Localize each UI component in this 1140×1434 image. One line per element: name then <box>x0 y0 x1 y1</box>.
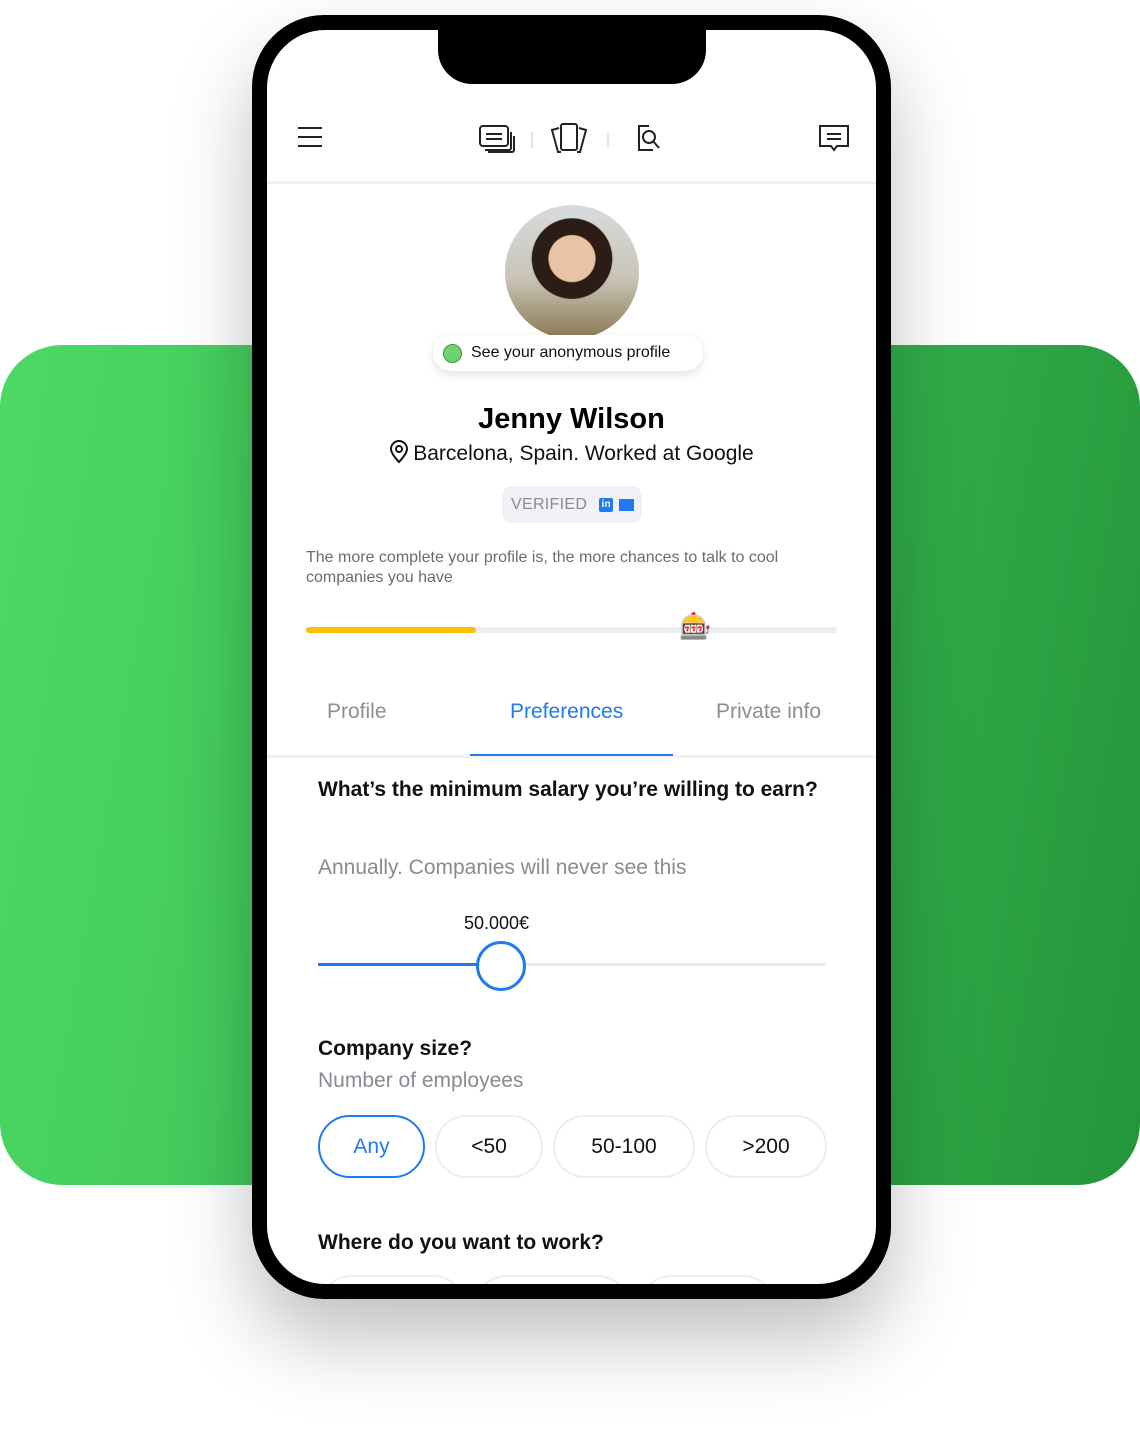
work-location-option[interactable] <box>320 1275 465 1284</box>
app-screen: See your anonymous profile Jenny Wilson … <box>267 30 876 1284</box>
salary-slider-fill <box>318 963 501 966</box>
company-size-option-over-200[interactable]: >200 <box>705 1115 827 1178</box>
company-size-subtitle: Number of employees <box>318 1069 524 1092</box>
search-document-icon[interactable] <box>636 124 662 154</box>
tab-private-info[interactable]: Private info <box>716 700 821 724</box>
phone-notch <box>438 30 706 84</box>
company-size-option-50-100[interactable]: 50-100 <box>553 1115 695 1178</box>
tab-preferences[interactable]: Preferences <box>510 700 623 724</box>
menu-icon[interactable] <box>297 126 323 148</box>
verified-badge: VERIFIED in <box>502 486 642 523</box>
salary-subtitle: Annually. Companies will never see this <box>318 856 687 879</box>
anonymous-profile-label: See your anonymous profile <box>471 344 671 361</box>
chat-icon[interactable] <box>818 124 850 154</box>
top-navigation <box>267 100 876 184</box>
email-icon <box>619 498 635 511</box>
profile-progress-bar <box>306 627 837 633</box>
work-location-option[interactable] <box>640 1275 775 1284</box>
tab-profile[interactable]: Profile <box>327 700 387 724</box>
company-size-option-any[interactable]: Any <box>318 1115 425 1178</box>
profile-name: Jenny Wilson <box>478 403 665 435</box>
salary-slider-thumb[interactable] <box>475 941 526 991</box>
work-location-option[interactable] <box>475 1275 629 1284</box>
phone-frame: See your anonymous profile Jenny Wilson … <box>252 15 891 1299</box>
salary-value: 50.000€ <box>464 913 530 933</box>
profile-progress-fill <box>306 627 476 633</box>
salary-slider[interactable] <box>318 963 826 966</box>
anonymous-profile-button[interactable]: See your anonymous profile <box>433 335 703 371</box>
slot-machine-icon: 🎰 <box>679 611 712 641</box>
cards-stack-icon[interactable] <box>478 124 516 154</box>
active-tab-indicator <box>470 754 673 756</box>
swipe-cards-icon[interactable] <box>550 122 588 156</box>
profile-location: Barcelona, Spain. Worked at Google <box>267 440 876 466</box>
work-location-question: Where do you want to work? <box>318 1231 604 1254</box>
verified-label: VERIFIED <box>511 495 588 513</box>
smiley-icon <box>443 343 462 363</box>
completion-hint: The more complete your profile is, the m… <box>306 549 779 586</box>
avatar <box>505 205 639 339</box>
profile-tabs: Profile Preferences Private info <box>267 670 876 758</box>
location-text: Barcelona, Spain. Worked at Google <box>413 442 754 465</box>
linkedin-icon: in <box>599 497 614 512</box>
nav-separator <box>531 132 533 148</box>
company-size-question: Company size? <box>318 1037 473 1060</box>
company-size-option-under-50[interactable]: <50 <box>435 1115 543 1178</box>
nav-separator <box>607 132 609 148</box>
salary-question: What’s the minimum salary you’re willing… <box>318 778 818 801</box>
location-pin-icon <box>390 440 409 464</box>
